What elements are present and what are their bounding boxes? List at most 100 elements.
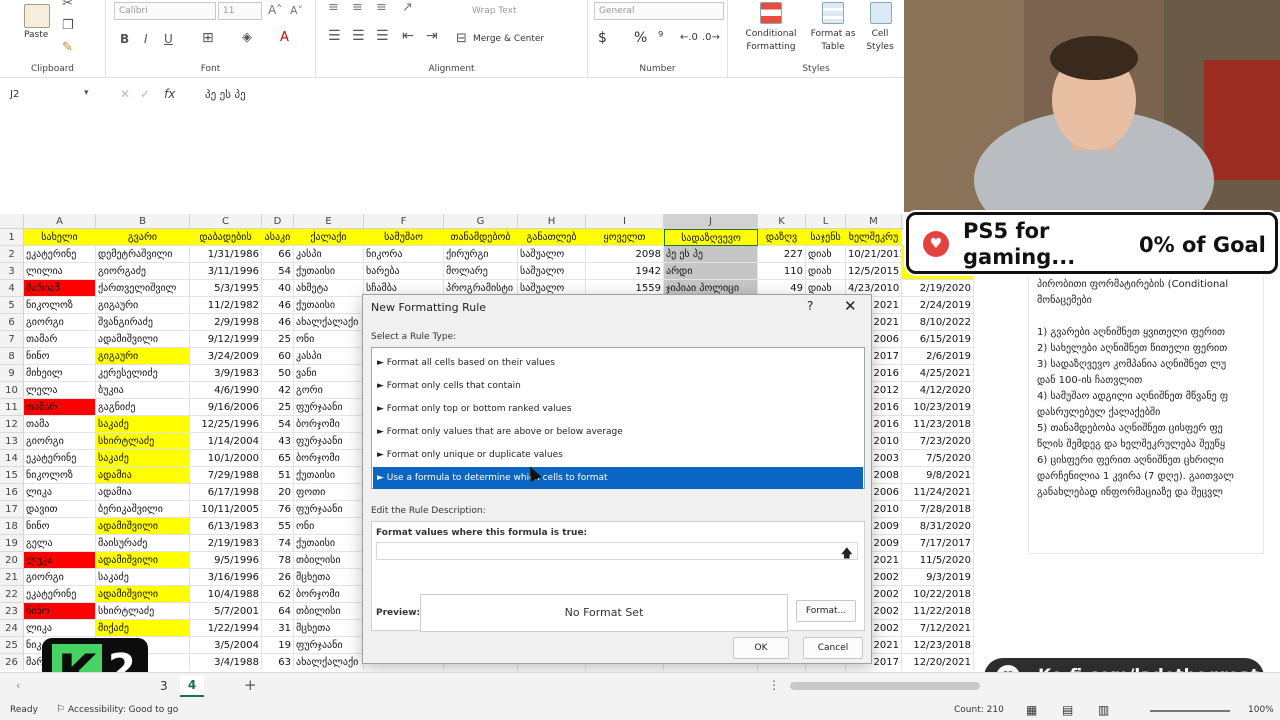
header-cell[interactable]: განათლებ [518, 229, 586, 246]
table-cell[interactable]: ნინო [24, 348, 96, 365]
table-cell[interactable]: გიორგაძე [96, 263, 190, 280]
row-header[interactable]: 16 [0, 484, 24, 501]
table-cell[interactable]: სხირტლაძე [96, 433, 190, 450]
table-cell[interactable]: 7/5/2020 [902, 450, 974, 467]
name-box[interactable]: J2 [6, 87, 96, 105]
table-cell[interactable]: ნინო [24, 518, 96, 535]
column-header-l[interactable]: L [806, 214, 846, 229]
table-cell[interactable]: თბილისი [294, 552, 364, 569]
column-header-k[interactable]: K [758, 214, 806, 229]
fill-color-icon[interactable]: ◈ [242, 30, 252, 45]
table-cell[interactable]: ადამიშვილი [96, 518, 190, 535]
row-header[interactable]: 18 [0, 518, 24, 535]
bold-icon[interactable]: B [120, 32, 129, 46]
cancel-icon[interactable]: ✕ [120, 87, 130, 101]
align-center-icon[interactable]: ☰ [352, 28, 365, 44]
table-cell[interactable]: 42 [262, 382, 294, 399]
font-size-dropdown[interactable]: 11 [218, 2, 262, 20]
rule-type-option[interactable]: ► Format only unique or duplicate values [373, 444, 863, 466]
table-cell[interactable]: ნიკოლოზ [24, 467, 96, 484]
table-cell[interactable]: ხარება [364, 263, 444, 280]
table-cell[interactable]: 110 [758, 263, 806, 280]
merge-center-button[interactable]: Merge & Center [473, 34, 544, 44]
column-header-m[interactable]: M [846, 214, 902, 229]
copy-icon[interactable]: ❐ [62, 18, 74, 33]
table-cell[interactable]: 74 [262, 535, 294, 552]
table-cell[interactable]: ნიკორა [364, 246, 444, 263]
table-cell[interactable]: 55 [262, 518, 294, 535]
header-cell[interactable]: თანამდებობ [444, 229, 518, 246]
table-cell[interactable]: 12/5/2015 [846, 263, 902, 280]
table-cell[interactable]: ეკატერინე [24, 450, 96, 467]
table-cell[interactable]: 11/24/2021 [902, 484, 974, 501]
row-header[interactable]: 9 [0, 365, 24, 382]
table-cell[interactable]: ფურჯაანი [294, 637, 364, 654]
align-middle-icon[interactable]: ≡ [352, 0, 363, 15]
table-cell[interactable]: 11/2/1982 [190, 297, 262, 314]
table-cell[interactable]: ეკატერინე [24, 586, 96, 603]
row-header[interactable]: 1 [0, 229, 24, 246]
table-cell[interactable]: 2/19/2020 [902, 280, 974, 297]
table-cell[interactable]: ადამია [96, 467, 190, 484]
decrease-indent-icon[interactable]: ⇤ [402, 28, 414, 44]
header-cell[interactable]: ხელშეკრუ [846, 229, 902, 246]
table-cell[interactable]: 7/12/2021 [902, 620, 974, 637]
row-header[interactable]: 19 [0, 535, 24, 552]
table-cell[interactable]: 25 [262, 331, 294, 348]
row-header[interactable]: 26 [0, 654, 24, 670]
column-header-b[interactable]: B [96, 214, 190, 229]
table-cell[interactable]: საკაძე [96, 569, 190, 586]
table-cell[interactable]: შვანგირაძე [96, 314, 190, 331]
column-header-i[interactable]: I [586, 214, 664, 229]
table-cell[interactable]: ბერიკაშვილი [96, 501, 190, 518]
merge-center-icon[interactable]: ⊟ [456, 31, 467, 46]
table-cell[interactable]: კასპი [294, 348, 364, 365]
table-cell[interactable]: 8/31/2020 [902, 518, 974, 535]
table-cell[interactable]: 12/23/2018 [902, 637, 974, 654]
rule-type-option[interactable]: ► Format all cells based on their values [373, 352, 863, 374]
table-cell[interactable]: ქირურგი [444, 246, 518, 263]
paste-button[interactable]: Paste [24, 30, 48, 40]
table-cell[interactable]: ფურჯაანი [294, 501, 364, 518]
table-cell[interactable]: კასპი [294, 246, 364, 263]
table-cell[interactable]: ვანი [294, 365, 364, 382]
table-cell[interactable]: 2/24/2019 [902, 297, 974, 314]
chevron-down-icon[interactable]: ▾ [84, 88, 89, 98]
table-cell[interactable]: გიგაური [96, 297, 190, 314]
orientation-icon[interactable]: ↗ [402, 0, 413, 15]
table-cell[interactable]: 3/9/1983 [190, 365, 262, 382]
accessibility-status[interactable]: Accessibility: Good to go [68, 705, 178, 715]
column-header-d[interactable]: D [262, 214, 294, 229]
row-header[interactable]: 25 [0, 637, 24, 654]
row-header[interactable]: 12 [0, 416, 24, 433]
table-cell[interactable]: 20 [262, 484, 294, 501]
header-cell[interactable]: სამუშაო [364, 229, 444, 246]
table-cell[interactable]: ადამია [96, 484, 190, 501]
table-cell[interactable]: ქართველიშვილ [96, 280, 190, 297]
table-cell[interactable]: 10/22/2018 [902, 586, 974, 603]
table-cell[interactable]: ეკატერინე [24, 246, 96, 263]
zoom-slider[interactable] [1150, 710, 1230, 712]
table-cell[interactable]: გელა [24, 535, 96, 552]
increase-indent-icon[interactable]: ⇥ [426, 28, 438, 44]
table-cell[interactable]: 9/8/2021 [902, 467, 974, 484]
paste-icon[interactable] [24, 4, 50, 28]
table-cell[interactable]: ფურჯაანი [294, 399, 364, 416]
sheet-tab-4[interactable]: 4 [180, 675, 204, 697]
table-cell[interactable]: 12/25/1996 [190, 416, 262, 433]
increase-decimal-icon[interactable]: ←.0 [680, 32, 698, 43]
table-cell[interactable]: გაგნიძე [96, 399, 190, 416]
table-cell[interactable]: 62 [262, 586, 294, 603]
table-cell[interactable]: დავით [24, 501, 96, 518]
table-cell[interactable]: 40 [262, 280, 294, 297]
formula-input[interactable]: 🡅 [376, 542, 858, 560]
table-cell[interactable]: მაისურაძე [96, 535, 190, 552]
table-cell[interactable]: 4/6/1990 [190, 382, 262, 399]
horizontal-scrollbar[interactable] [790, 682, 980, 690]
zoom-level[interactable]: 100% [1248, 705, 1274, 715]
table-cell[interactable]: ქუთაისი [294, 467, 364, 484]
format-button[interactable]: Format... [796, 600, 856, 622]
number-format-dropdown[interactable]: General [594, 2, 724, 20]
table-cell[interactable]: 8/10/2022 [902, 314, 974, 331]
font-color-icon[interactable]: A [280, 30, 289, 45]
